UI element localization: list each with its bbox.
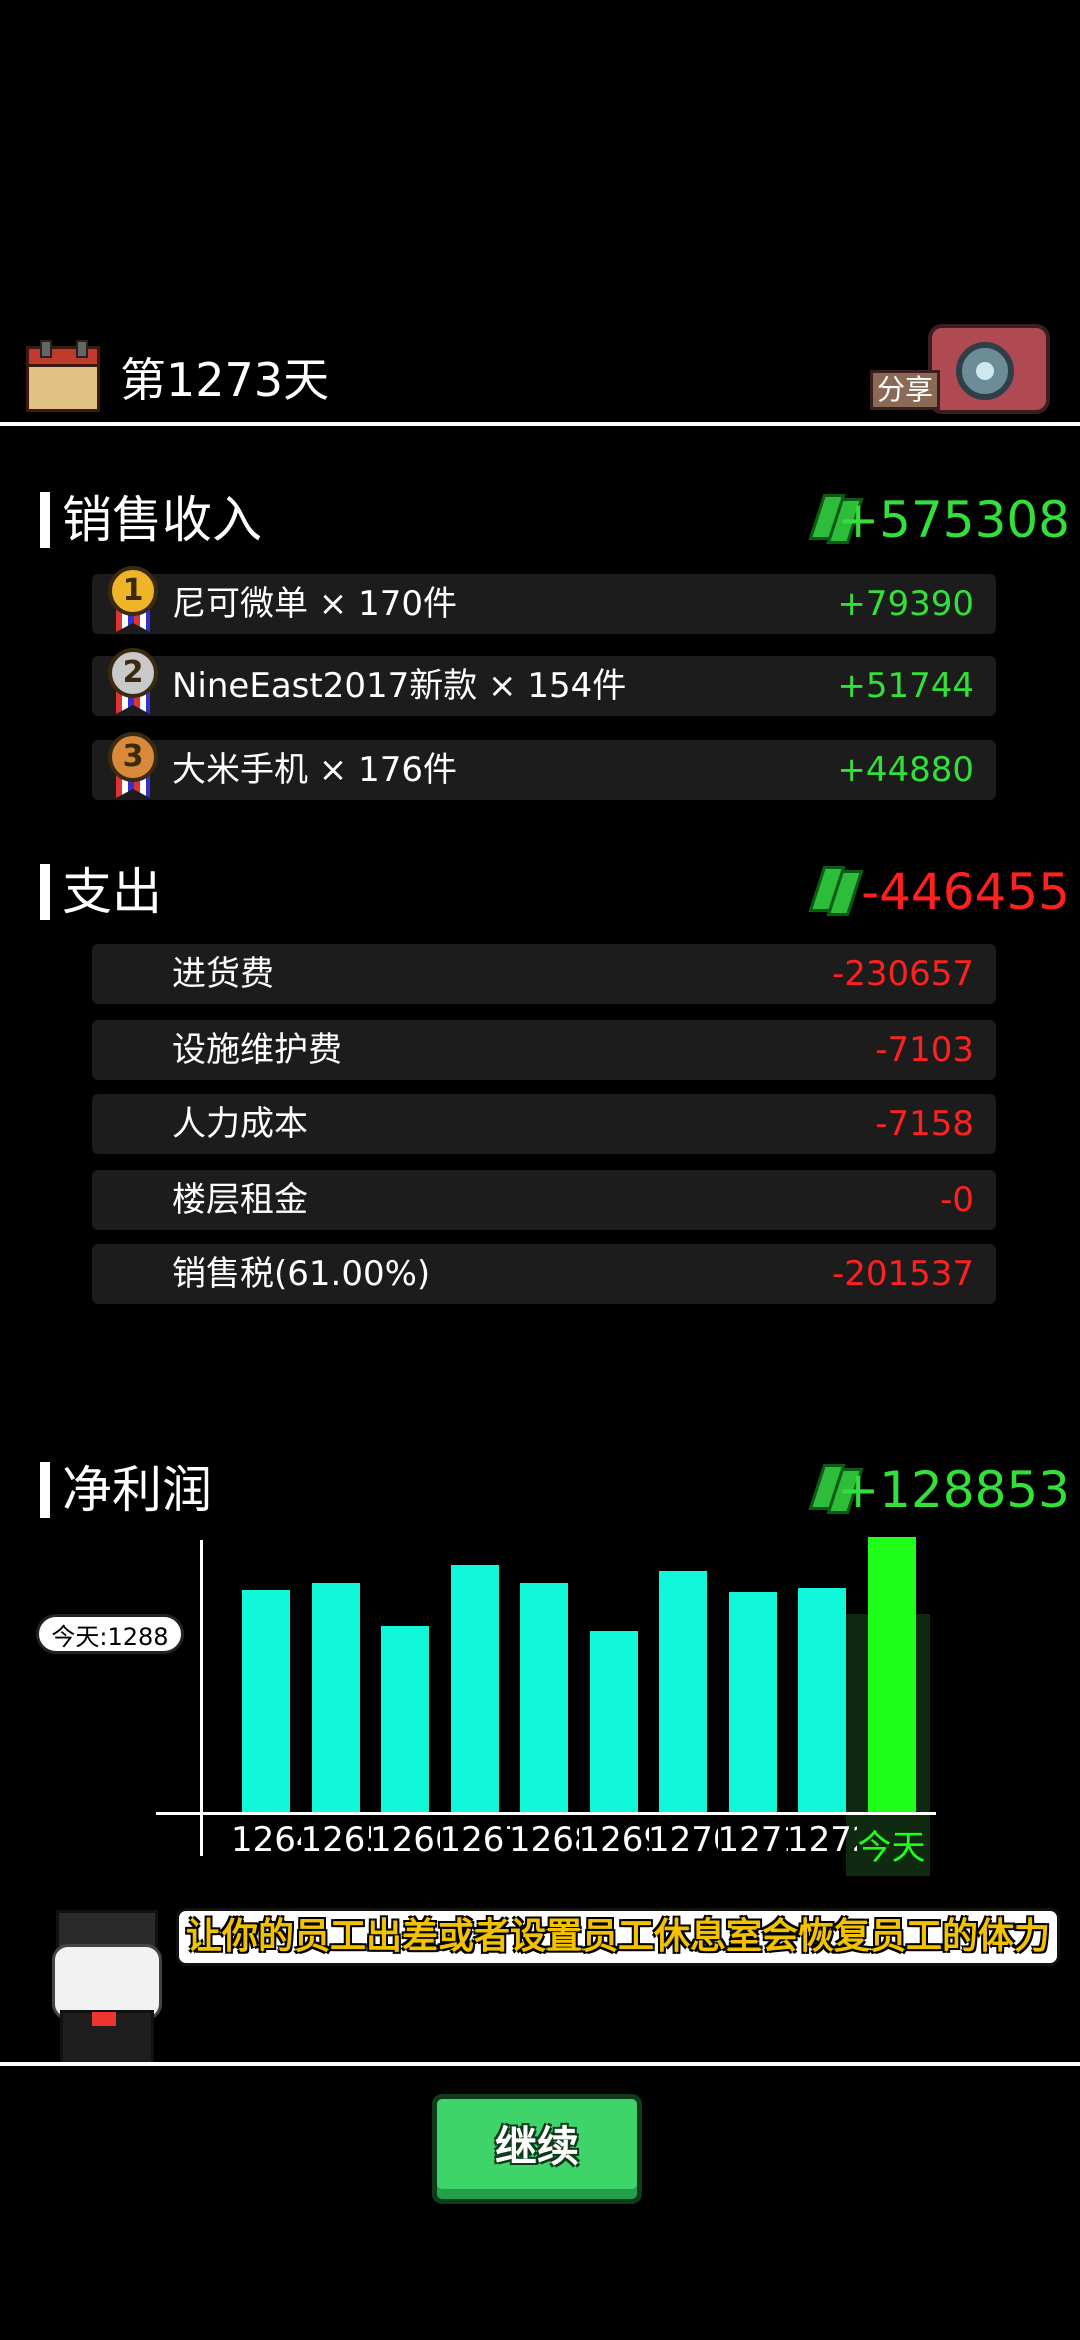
profit-total: +128853 (837, 1461, 1070, 1519)
chart-tick-label: 1272 (787, 1820, 857, 1860)
chart-tick-label: 1265 (300, 1820, 371, 1860)
expense-item-label: 楼层租金 (172, 1180, 308, 1220)
y-axis (200, 1540, 203, 1856)
day-title: 第1273天 (120, 353, 330, 407)
expense-item: 人力成本 -7158 (92, 1094, 996, 1154)
header-divider (0, 422, 1080, 426)
chart-bar (242, 1590, 290, 1812)
expenses-total: -446455 (861, 863, 1070, 921)
chart-tick-label: 1268 (509, 1820, 579, 1860)
expense-item: 销售税(61.00%) -201537 (92, 1244, 996, 1304)
sales-item: 1 尼可微单 × 170件 +79390 (92, 566, 996, 634)
sales-item-value: +79390 (837, 584, 974, 624)
expense-item-value: -7158 (875, 1104, 974, 1144)
mascot-avatar (34, 1900, 174, 2066)
sales-item-label: 尼可微单 × 170件 (172, 584, 457, 624)
expense-item-value: -0 (940, 1180, 974, 1220)
continue-label: 继续 (494, 2122, 579, 2171)
x-axis (156, 1812, 936, 1815)
share-label: 分享 (870, 370, 940, 410)
sales-item: 2 NineEast2017新款 × 154件 +51744 (92, 648, 996, 716)
chart-bar (659, 1571, 707, 1812)
chart-bar (728, 1592, 777, 1812)
expense-item: 进货费 -230657 (92, 944, 996, 1004)
sales-item-value: +44880 (837, 750, 974, 790)
chart-bar (520, 1583, 568, 1812)
chart-bar (450, 1565, 499, 1812)
expense-item-label: 人力成本 (172, 1104, 308, 1144)
share-button[interactable]: 分享 (870, 318, 1050, 414)
chart-tick-label: 今天 (857, 1828, 926, 1868)
camera-icon (928, 324, 1050, 414)
chart-bar (867, 1537, 916, 1812)
expense-item: 楼层租金 -0 (92, 1170, 996, 1230)
chart-tick-label: 1271 (717, 1820, 788, 1860)
today-value-pill: 今天:1288 (36, 1614, 184, 1654)
section-marker (40, 492, 50, 548)
expense-item-value: -201537 (831, 1254, 974, 1294)
chart-tick-label: 1269 (578, 1820, 649, 1860)
gold-medal-icon: 1 (102, 566, 164, 638)
silver-medal-icon: 2 (102, 648, 164, 720)
expense-item-label: 设施维护费 (172, 1030, 342, 1070)
money-icon (808, 866, 864, 916)
sales-total: +575308 (837, 491, 1070, 549)
chart-tick-label: 1267 (439, 1820, 510, 1860)
sales-item: 3 大米手机 × 176件 +44880 (92, 732, 996, 800)
expense-item-label: 销售税(61.00%) (172, 1254, 431, 1294)
chart-tick-label: 1266 (370, 1820, 440, 1860)
tip-banner: 让你的员工出差或者设置员工休息室会恢复员工的体力 (176, 1908, 1060, 1966)
sales-item-label: 大米手机 × 176件 (172, 750, 457, 790)
expense-item: 设施维护费 -7103 (92, 1020, 996, 1080)
calendar-icon (26, 340, 100, 412)
chart-tick-label: 1270 (648, 1820, 718, 1860)
tip-text: 让你的员工出差或者设置员工休息室会恢复员工的体力 (185, 1916, 1050, 1957)
section-marker (40, 864, 50, 920)
chart-bar (381, 1626, 429, 1812)
section-marker (40, 1462, 50, 1518)
chart-bar (589, 1631, 638, 1812)
sales-item-value: +51744 (837, 666, 974, 706)
bronze-medal-icon: 3 (102, 732, 164, 804)
footer-divider (0, 2062, 1080, 2066)
expense-item-label: 进货费 (172, 954, 274, 994)
sales-title: 销售收入 (62, 491, 262, 549)
chart-bar (311, 1583, 360, 1812)
chart-tick-label: 1264 (231, 1820, 301, 1860)
chart-bar (798, 1588, 846, 1812)
continue-button[interactable]: 继续 (432, 2094, 642, 2204)
sales-item-label: NineEast2017新款 × 154件 (172, 666, 627, 706)
expenses-title: 支出 (62, 863, 162, 921)
profit-title: 净利润 (62, 1461, 212, 1519)
expense-item-value: -230657 (831, 954, 974, 994)
expense-item-value: -7103 (875, 1030, 974, 1070)
